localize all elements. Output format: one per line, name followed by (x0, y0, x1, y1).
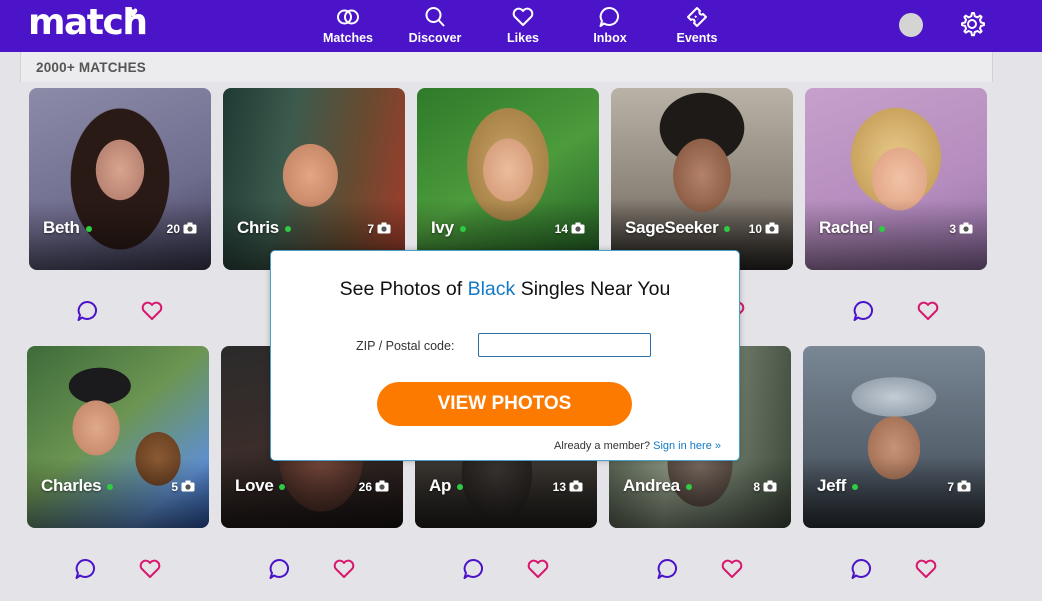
camera-icon (375, 480, 389, 492)
nav-discover[interactable]: Discover (395, 4, 475, 48)
photo-count: 26 (359, 480, 389, 494)
camera-icon (763, 480, 777, 492)
nav-inbox[interactable]: Inbox (570, 4, 650, 48)
zip-label: ZIP / Postal code: (356, 339, 455, 353)
profile-name: Love (235, 476, 286, 496)
message-icon[interactable] (655, 556, 681, 582)
photo-count: 13 (553, 480, 583, 494)
camera-icon (181, 480, 195, 492)
profile-card-beth[interactable]: Beth 20 (29, 88, 211, 270)
profile-card-sageseeker[interactable]: SageSeeker 10 (611, 88, 793, 270)
message-icon[interactable] (461, 556, 487, 582)
user-avatar[interactable] (899, 13, 923, 37)
profile-card-ivy[interactable]: Ivy 14 (417, 88, 599, 270)
profile-name: Chris (237, 218, 291, 238)
results-header-panel (20, 52, 993, 82)
message-icon[interactable] (73, 556, 99, 582)
nav-inbox-label: Inbox (593, 31, 627, 45)
gear-icon[interactable] (958, 10, 986, 38)
view-photos-button[interactable]: VIEW PHOTOS (377, 382, 632, 426)
profile-card-jeff[interactable]: Jeff 7 (803, 346, 985, 528)
profile-name: Andrea (623, 476, 692, 496)
online-indicator (459, 225, 466, 232)
camera-icon (569, 480, 583, 492)
like-icon[interactable] (915, 298, 941, 324)
camera-icon (571, 222, 585, 234)
message-icon[interactable] (849, 556, 875, 582)
like-icon[interactable] (139, 298, 165, 324)
nav-likes[interactable]: Likes (483, 4, 563, 48)
camera-icon (765, 222, 779, 234)
profile-name: Charles (41, 476, 114, 496)
like-icon[interactable] (137, 556, 163, 582)
photo-count: 10 (749, 222, 779, 236)
profile-card-charles[interactable]: Charles 5 (27, 346, 209, 528)
photo-count: 20 (167, 222, 197, 236)
online-indicator (878, 225, 885, 232)
sign-in-link[interactable]: Sign in here » (653, 440, 721, 452)
profile-name: Jeff (817, 476, 859, 496)
photo-count: 7 (367, 222, 391, 236)
online-indicator (457, 483, 464, 490)
online-indicator (85, 225, 92, 232)
message-icon[interactable] (851, 298, 877, 324)
profile-card-rachel[interactable]: Rachel 3 (805, 88, 987, 270)
online-indicator (107, 483, 114, 490)
match-count: 2000+ MATCHES (36, 60, 147, 75)
like-icon[interactable] (331, 556, 357, 582)
photo-count: 7 (947, 480, 971, 494)
photo-count: 5 (171, 480, 195, 494)
top-nav-bar: match ♥ Matches Discover Likes Inbox Eve… (0, 0, 1042, 52)
ticket-icon (687, 7, 707, 27)
online-indicator (284, 225, 291, 232)
online-indicator (724, 225, 731, 232)
message-icon[interactable] (75, 298, 101, 324)
profile-name: Ivy (431, 218, 466, 238)
profile-name: Rachel (819, 218, 885, 238)
profile-name: Ap (429, 476, 464, 496)
message-icon[interactable] (267, 556, 293, 582)
search-icon (425, 7, 445, 27)
profile-name: SageSeeker (625, 218, 731, 238)
nav-events-label: Events (676, 31, 718, 45)
camera-icon (377, 222, 391, 234)
logo-heart-icon: ♥ (128, 3, 139, 22)
profile-name: Beth (43, 218, 92, 238)
zip-input[interactable] (478, 333, 651, 357)
chat-icon (599, 6, 619, 27)
nav-matches-label: Matches (322, 31, 374, 45)
nav-likes-label: Likes (507, 31, 539, 45)
modal-title-highlight: Black (467, 278, 516, 300)
online-indicator (852, 483, 859, 490)
photo-count: 3 (949, 222, 973, 236)
signup-modal: See Photos of Black Singles Near You ZIP… (270, 250, 740, 461)
heart-icon (512, 7, 534, 26)
nav-discover-label: Discover (408, 31, 462, 45)
like-icon[interactable] (719, 556, 745, 582)
nav-matches[interactable]: Matches (308, 4, 388, 48)
online-indicator (685, 483, 692, 490)
photo-count: 8 (753, 480, 777, 494)
matches-icon (337, 9, 359, 25)
camera-icon (959, 222, 973, 234)
like-icon[interactable] (913, 556, 939, 582)
profile-card-chris[interactable]: Chris 7 (223, 88, 405, 270)
camera-icon (957, 480, 971, 492)
nav-events[interactable]: Events (657, 4, 737, 48)
like-icon[interactable] (525, 556, 551, 582)
photo-count: 14 (555, 222, 585, 236)
member-signin-text: Already a member? Sign in here » (554, 440, 721, 452)
online-indicator (279, 483, 286, 490)
camera-icon (183, 222, 197, 234)
modal-title: See Photos of Black Singles Near You (339, 278, 671, 300)
